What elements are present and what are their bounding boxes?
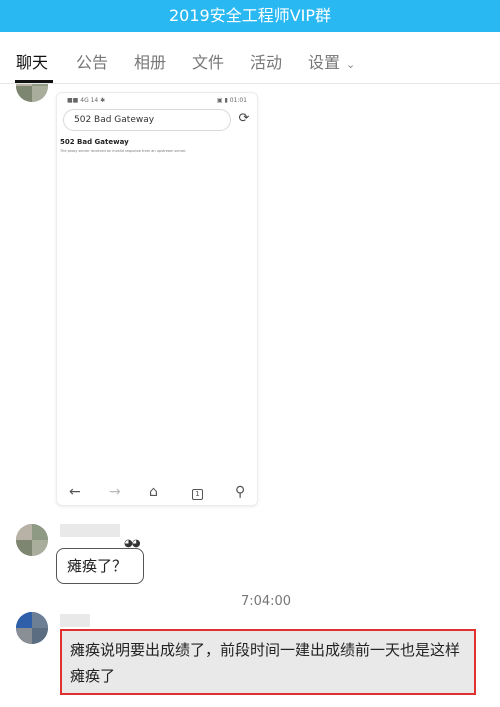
avatar[interactable] (16, 524, 48, 556)
error-title: 502 Bad Gateway (60, 138, 129, 146)
phone-status-left: ■■ 4G 14 ✱ (67, 97, 106, 104)
phone-url-bar: 502 Bad Gateway (63, 109, 231, 131)
active-tab-indicator (15, 80, 53, 83)
avatar[interactable] (16, 612, 48, 644)
reload-icon: ⟳ (238, 111, 250, 126)
tab-chat[interactable]: 聊天 (16, 49, 48, 73)
chat-area[interactable]: ■■ 4G 14 ✱ ▣ ▮ 01:01 502 Bad Gateway ⟳ 5… (0, 84, 500, 707)
message-text: 瘫痪了？ (67, 557, 128, 575)
sender-name-blurred (60, 524, 120, 537)
home-icon: ⌂ (149, 484, 158, 500)
zoom-icon: ⚲ (235, 484, 246, 500)
phone-nav-bar: ← → ⌂ 1 ⚲ (57, 481, 257, 505)
tab-settings[interactable]: 设置 ⌄ (308, 49, 355, 73)
sender-name-blurred (60, 614, 90, 627)
phone-status-right: ▣ ▮ 01:01 (216, 97, 247, 104)
message-bubble[interactable]: 瘫痪了？ (56, 548, 144, 584)
tab-files[interactable]: 文件 (192, 49, 224, 73)
message-text: 瘫痪说明要出成绩了，前段时间一建出成绩前一天也是这样瘫痪了 (70, 641, 461, 685)
error-description: The proxy server received an invalid res… (60, 149, 187, 153)
forward-arrow-icon: → (109, 484, 121, 500)
tab-album[interactable]: 相册 (134, 49, 166, 73)
timestamp: 7:04:00 (240, 594, 292, 609)
chevron-down-icon: ⌄ (346, 58, 356, 71)
tab-announcements[interactable]: 公告 (76, 49, 108, 73)
image-message-screenshot[interactable]: ■■ 4G 14 ✱ ▣ ▮ 01:01 502 Bad Gateway ⟳ 5… (56, 92, 258, 506)
tabs-icon: 1 (192, 484, 203, 500)
tab-settings-label: 设置 (308, 53, 341, 72)
bubble-eyes-decoration: ◕◕ (124, 538, 140, 549)
tab-bar: 聊天 公告 相册 文件 活动 设置 ⌄ (0, 32, 500, 84)
avatar[interactable] (16, 84, 48, 102)
window-title: 2019安全工程师VIP群 (0, 0, 500, 32)
highlighted-message-bubble[interactable]: 瘫痪说明要出成绩了，前段时间一建出成绩前一天也是这样瘫痪了 (60, 629, 476, 695)
tab-activities[interactable]: 活动 (250, 49, 282, 73)
back-arrow-icon: ← (69, 484, 81, 500)
